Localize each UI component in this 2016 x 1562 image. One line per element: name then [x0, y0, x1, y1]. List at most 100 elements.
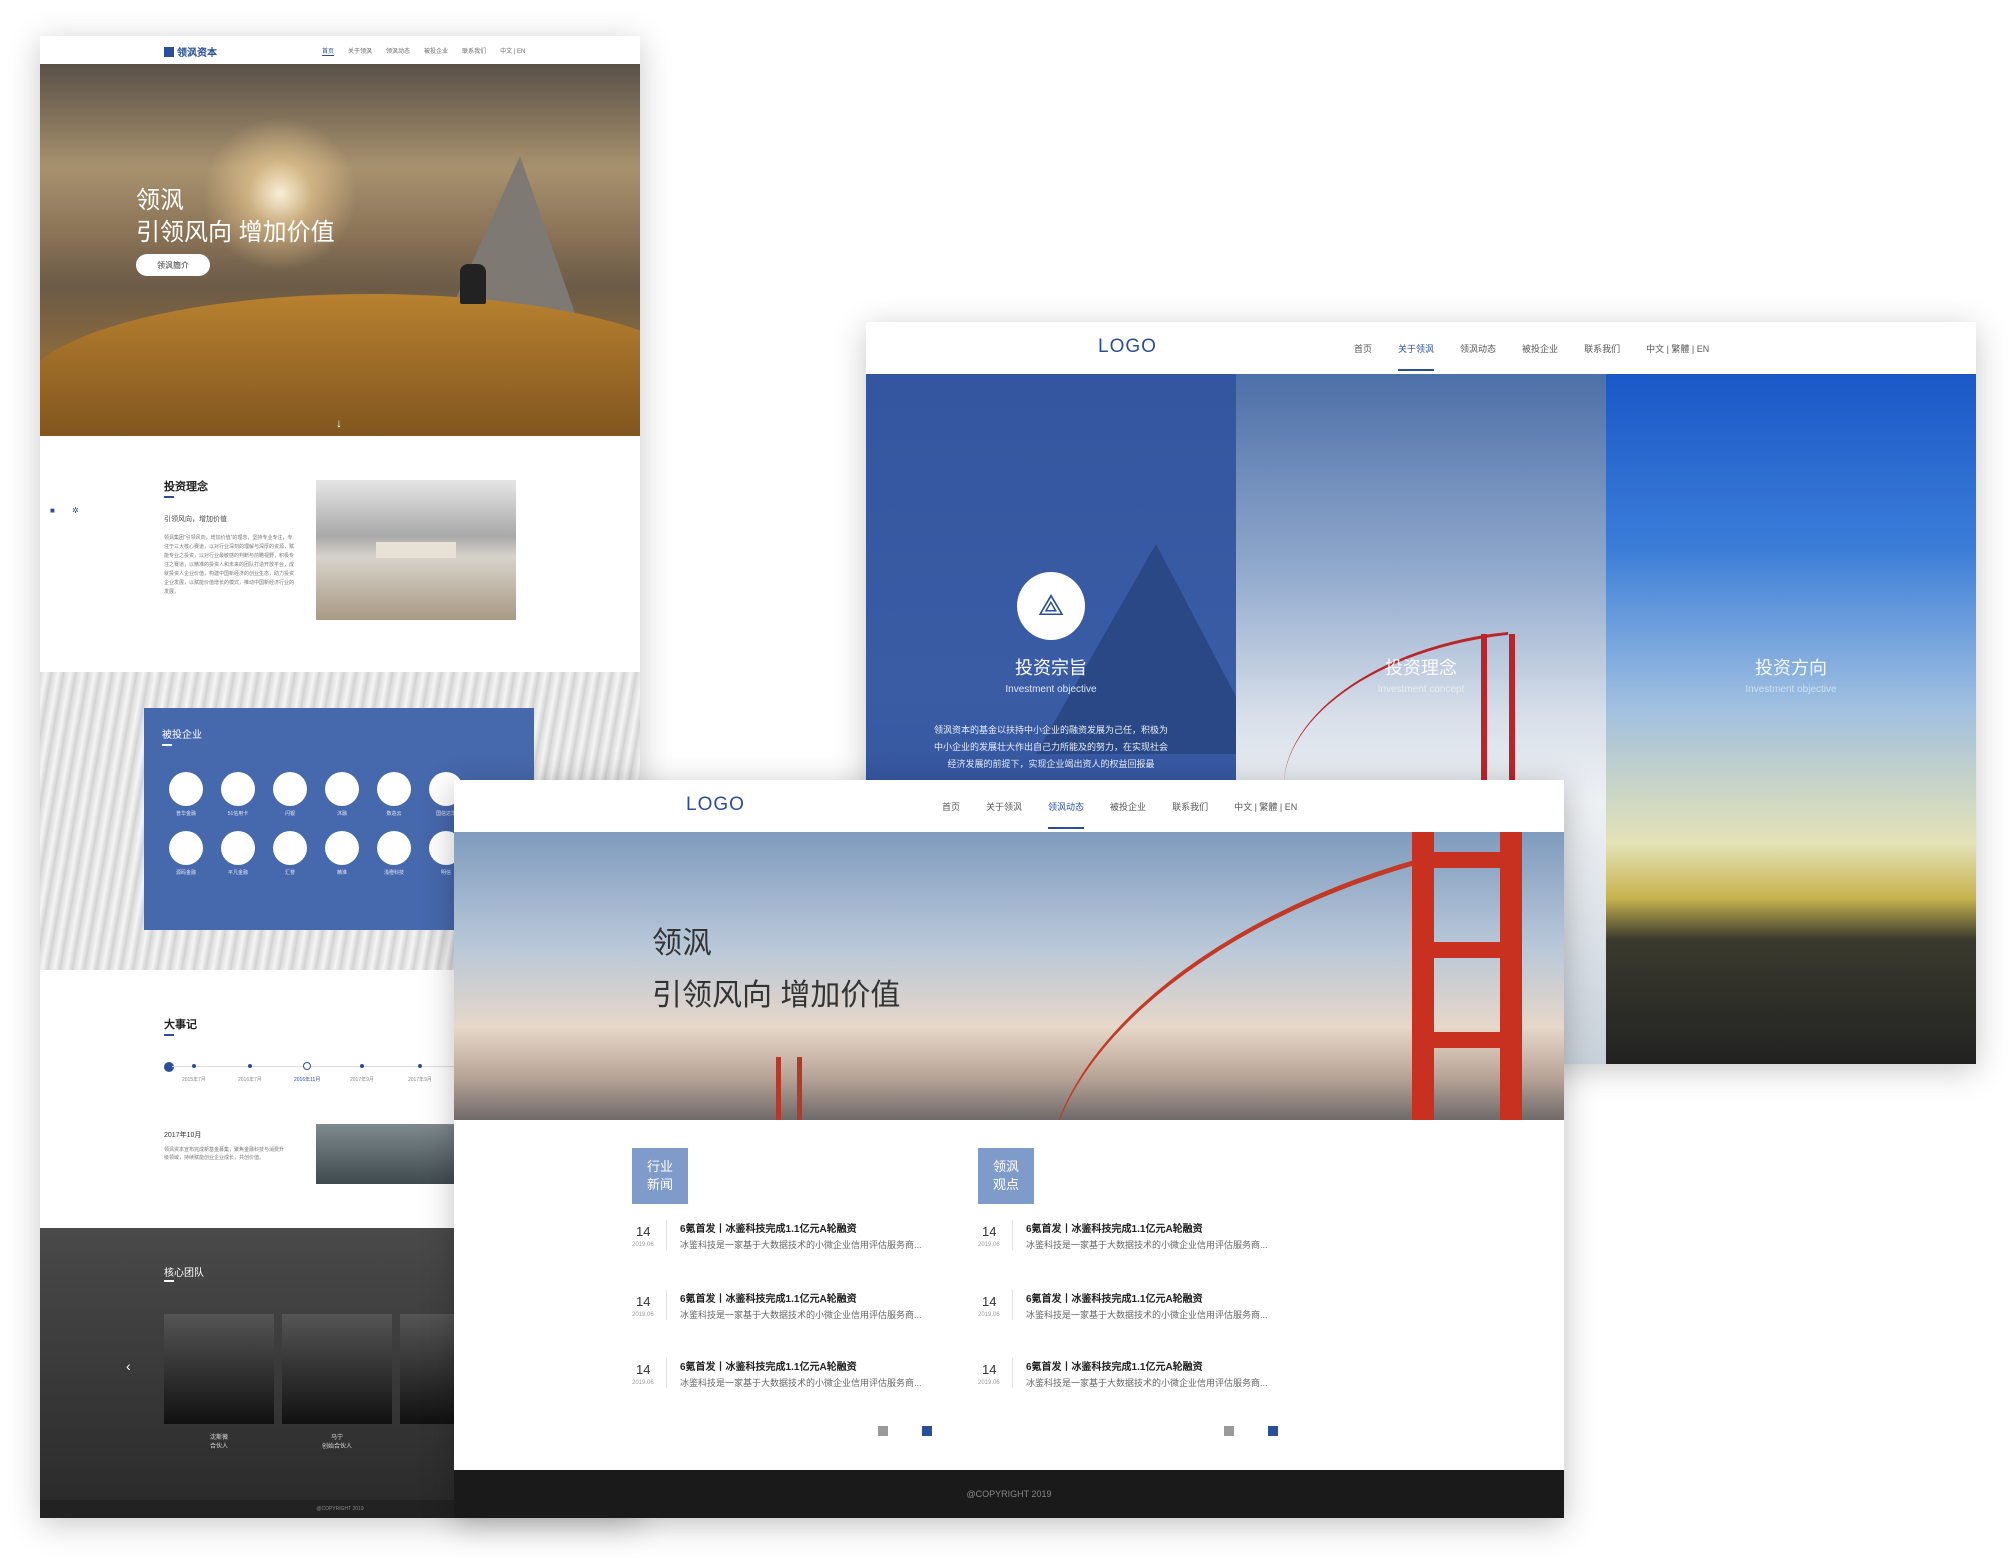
column-paragraph: 领沨资本的基金以扶持中小企业的融资发展为己任，积极为中小企业的发展壮大作出自己力…	[933, 725, 1168, 769]
news-summary: 冰鉴科技是一家基于大数据技术的小微企业信用评估服务商...	[1026, 1240, 1268, 1250]
nav-item-news[interactable]: 领沨动态	[1048, 800, 1085, 829]
tower-beam	[1412, 942, 1522, 958]
nav-item-portfolio[interactable]: 被投企业	[424, 46, 448, 56]
nav-item-about[interactable]: 关于领沨	[1398, 342, 1435, 371]
news-title: 6氪首发丨冰鉴科技完成1.1亿元A轮融资	[1026, 1224, 1203, 1235]
news-item[interactable]: 14 2019.06 6氪首发丨冰鉴科技完成1.1亿元A轮融资 冰鉴科技是一家基…	[978, 1286, 1308, 1326]
language-switch[interactable]: 中文 | EN	[500, 46, 525, 56]
news-item[interactable]: 14 2019.06 6氪首发丨冰鉴科技完成1.1亿元A轮融资 冰鉴科技是一家基…	[978, 1354, 1308, 1394]
next-page-button[interactable]	[1268, 1426, 1278, 1436]
portfolio-logo[interactable]: 浅橙科技	[368, 831, 420, 876]
heading-underline	[164, 1034, 174, 1036]
column-tag: 领沨 观点	[978, 1148, 1034, 1204]
timeline-item-active[interactable]: 2016年11月	[294, 1062, 320, 1083]
language-switch[interactable]: 中文 | 繁體 | EN	[1234, 800, 1297, 829]
nav-item-contact[interactable]: 联系我们	[1584, 342, 1620, 371]
milestone-photo	[316, 1124, 476, 1184]
timeline-date: 2015年7月	[182, 1077, 206, 1083]
direction-column[interactable]: 投资方向 Investment objective	[1606, 374, 1976, 1064]
brand-logo[interactable]: 领沨资本	[164, 44, 217, 59]
header-nav: LOGO 首页 关于领沨 领沨动态 被投企业 联系我们 中文 | 繁體 | EN	[866, 322, 1976, 374]
timeline-dot	[359, 1064, 364, 1068]
nav-item-news[interactable]: 领沨动态	[386, 46, 410, 56]
news-item[interactable]: 14 2019.06 6氪首发丨冰鉴科技完成1.1亿元A轮融资 冰鉴科技是一家基…	[978, 1216, 1308, 1256]
news-day: 14	[636, 1362, 651, 1377]
main-menu: 首页 关于领沨 领沨动态 被投企业 联系我们 中文 | 繁體 | EN	[942, 800, 1297, 829]
company-name: 浅橙科技	[383, 870, 404, 876]
news-item[interactable]: 14 2019.06 6氪首发丨冰鉴科技完成1.1亿元A轮融资 冰鉴科技是一家基…	[632, 1216, 962, 1256]
column-title: 投资方向	[1755, 658, 1827, 678]
heading-underline	[162, 744, 172, 746]
company-name: 源码金融	[175, 870, 196, 876]
timeline-item[interactable]: 2017年9月	[408, 1062, 432, 1083]
news-summary: 冰鉴科技是一家基于大数据技术的小微企业信用评估服务商...	[680, 1378, 922, 1388]
news-month: 2019.06	[632, 1312, 654, 1318]
news-item[interactable]: 14 2019.06 6氪首发丨冰鉴科技完成1.1亿元A轮融资 冰鉴科技是一家基…	[632, 1354, 962, 1394]
distant-bridge-tower	[776, 1057, 802, 1120]
footer: @COPYRIGHT 2019	[454, 1470, 1564, 1518]
portfolio-logo[interactable]: 源码金融	[160, 831, 212, 876]
team-member-photo[interactable]	[164, 1314, 274, 1424]
news-item[interactable]: 14 2019.06 6氪首发丨冰鉴科技完成1.1亿元A轮融资 冰鉴科技是一家基…	[632, 1286, 962, 1326]
nav-item-contact[interactable]: 联系我们	[1172, 800, 1208, 829]
section-heading: 投资理念	[164, 481, 208, 493]
portfolio-logo[interactable]: 闪银	[264, 772, 316, 817]
timeline-item[interactable]: 2016年7月	[238, 1062, 262, 1083]
network-icon: ⟁	[1017, 572, 1085, 640]
portfolio-logo[interactable]: 汇誉	[264, 831, 316, 876]
timeline-dot	[303, 1062, 312, 1070]
news-title: 6氪首发丨冰鉴科技完成1.1亿元A轮融资	[680, 1224, 857, 1235]
scroll-down-icon[interactable]: ↓	[336, 416, 342, 430]
portfolio-logo[interactable]: 数造云	[368, 772, 420, 817]
member-name: 马宁	[330, 1435, 343, 1441]
portfolio-logo[interactable]: 普华金融	[160, 772, 212, 817]
nav-item-portfolio[interactable]: 被投企业	[1522, 342, 1558, 371]
heading-underline	[164, 1280, 174, 1282]
nav-item-contact[interactable]: 联系我们	[462, 46, 486, 56]
site-logo[interactable]: LOGO	[1098, 336, 1157, 358]
header-nav: 领沨资本 首页 关于领沨 领沨动态 被投企业 联系我们 中文 | EN	[40, 36, 640, 64]
timeline-item[interactable]: 2017年9月	[350, 1062, 374, 1083]
timeline-date: 2016年7月	[238, 1077, 262, 1083]
chart-icon: ■	[50, 506, 55, 515]
hero-hill	[40, 294, 640, 436]
news-day: 14	[636, 1224, 651, 1239]
team-member-photo[interactable]	[282, 1314, 392, 1424]
portfolio-logo[interactable]: 51信用卡	[212, 772, 264, 817]
timeline-item[interactable]: 2015年7月	[182, 1062, 206, 1083]
prev-page-button[interactable]	[1224, 1426, 1234, 1436]
divider	[1012, 1290, 1013, 1320]
nav-item-about[interactable]: 关于领沨	[986, 800, 1022, 829]
site-logo[interactable]: LOGO	[686, 794, 745, 816]
column-title: 投资理念	[1385, 658, 1457, 678]
language-switch[interactable]: 中文 | 繁體 | EN	[1646, 342, 1709, 371]
intro-button[interactable]: 领沨簡介	[136, 254, 210, 276]
brand-name: 领沨资本	[177, 48, 217, 59]
invest-philosophy-section: ■ ✲ 投资理念 引领风向，增加价值 领沨集团“引领风向，增加价值”的理念，坚持…	[40, 436, 640, 672]
portfolio-logo[interactable]: 精准	[316, 831, 368, 876]
nav-item-portfolio[interactable]: 被投企业	[1110, 800, 1146, 829]
company-name: 国信达华	[435, 811, 456, 817]
news-summary: 冰鉴科技是一家基于大数据技术的小微企业信用评估服务商...	[680, 1310, 922, 1320]
hero-title-line1: 领沨	[652, 927, 712, 960]
timeline-date: 2016年11月	[294, 1077, 321, 1083]
section-subheading: 引领风向，增加价值	[164, 516, 227, 523]
prev-page-button[interactable]	[878, 1426, 888, 1436]
news-title: 6氪首发丨冰鉴科技完成1.1亿元A轮融资	[680, 1362, 857, 1373]
timeline-date: 2017年9月	[408, 1077, 432, 1083]
nav-item-home[interactable]: 首页	[942, 800, 960, 829]
nav-item-home[interactable]: 首页	[1354, 342, 1372, 371]
main-menu: 首页 关于领沨 领沨动态 被投企业 联系我们 中文 | 繁體 | EN	[1354, 342, 1709, 371]
nav-item-about[interactable]: 关于领沨	[348, 46, 372, 56]
nav-item-home[interactable]: 首页	[322, 46, 335, 56]
divider	[1012, 1358, 1013, 1388]
portfolio-logo[interactable]: 沐融	[316, 772, 368, 817]
timeline-dot	[417, 1064, 422, 1068]
chevron-left-icon[interactable]: ‹	[126, 1358, 131, 1374]
next-page-button[interactable]	[922, 1426, 932, 1436]
milestone-date: 2017年10月	[164, 1132, 202, 1139]
parliament-photo	[316, 480, 516, 620]
member-role: 创始合伙人	[321, 1444, 352, 1450]
nav-item-news[interactable]: 领沨动态	[1460, 342, 1496, 371]
portfolio-logo[interactable]: 平凡金融	[212, 831, 264, 876]
